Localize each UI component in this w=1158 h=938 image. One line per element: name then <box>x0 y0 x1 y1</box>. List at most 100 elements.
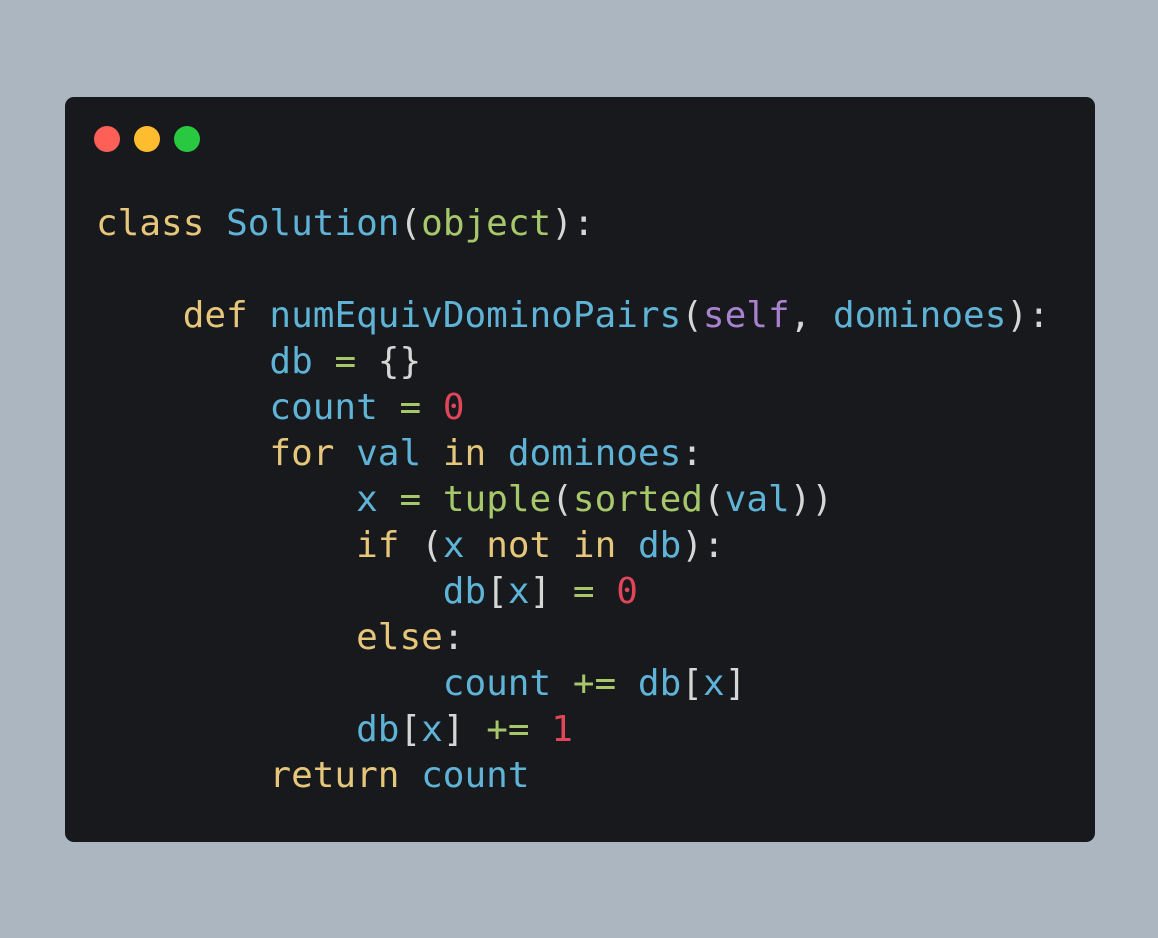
code-token-number: 1 <box>551 709 573 750</box>
code-token-punct: ): <box>551 203 595 244</box>
code-token-punct <box>96 295 183 336</box>
code-token-ident: x <box>421 709 443 750</box>
code-block: class Solution(object): def numEquivDomi… <box>96 201 1050 799</box>
code-token-punct: )) <box>789 479 834 520</box>
code-token-punct <box>96 433 269 474</box>
code-token-punct <box>96 341 269 382</box>
code-token-punct <box>248 295 270 336</box>
code-token-ident: count <box>442 663 552 704</box>
code-token-ident: val <box>724 479 790 520</box>
code-token-punct <box>551 663 573 704</box>
code-token-punct <box>616 525 638 566</box>
code-token-punct <box>595 571 617 612</box>
code-token-punct: ( <box>702 479 725 520</box>
code-token-ident: x <box>702 663 725 704</box>
code-token-self: self <box>702 295 790 336</box>
code-token-operator: = <box>399 387 422 428</box>
code-token-func: object <box>421 203 552 244</box>
code-token-ident: val <box>356 433 422 474</box>
code-token-keyword: class <box>96 203 205 244</box>
code-token-keyword: if <box>356 525 400 566</box>
code-token-keyword: for <box>269 433 335 474</box>
code-token-punct <box>378 479 400 520</box>
code-token-punct <box>421 479 443 520</box>
code-token-punct <box>313 341 335 382</box>
code-token-punct: : <box>442 617 465 658</box>
code-token-keyword: in <box>442 433 487 474</box>
code-token-func: tuple <box>442 479 552 520</box>
code-token-punct: ( <box>681 295 703 336</box>
code-token-ident: db <box>269 341 313 382</box>
code-token-punct <box>204 203 226 244</box>
code-token-punct: : <box>681 433 703 474</box>
code-line: class Solution(object): <box>96 201 1050 247</box>
code-line: else: <box>96 615 1050 661</box>
code-token-punct: ] <box>724 663 747 704</box>
code-token-punct: ] <box>529 571 573 612</box>
code-token-punct <box>421 433 443 474</box>
code-line: db = {} <box>96 339 1050 385</box>
code-token-punct <box>96 617 356 658</box>
code-token-punct <box>530 709 552 750</box>
code-token-ident: x <box>356 479 378 520</box>
code-token-punct <box>399 755 421 796</box>
code-token-keyword: else <box>356 617 443 658</box>
code-line: def numEquivDominoPairs(self, dominoes): <box>96 293 1050 339</box>
code-token-ident: count <box>421 755 530 796</box>
code-token-keyword: def <box>182 295 248 336</box>
code-token-ident: count <box>269 387 378 428</box>
code-line: count += db[x] <box>96 661 1050 707</box>
minimize-dot-icon[interactable] <box>134 126 160 152</box>
code-token-punct <box>334 433 356 474</box>
code-token-punct: ): <box>681 525 725 566</box>
code-token-keyword: in <box>572 525 617 566</box>
code-token-number: 0 <box>442 387 465 428</box>
code-token-operator: += <box>572 663 617 704</box>
code-token-keyword: return <box>269 755 400 796</box>
code-window: class Solution(object): def numEquivDomi… <box>65 97 1095 842</box>
code-token-ident: db <box>637 663 682 704</box>
code-token-punct: ): <box>1006 295 1050 336</box>
code-token-operator: += <box>486 709 530 750</box>
code-line: db[x] = 0 <box>96 569 1050 615</box>
code-token-punct <box>96 571 443 612</box>
code-token-ident: x <box>442 525 465 566</box>
code-token-punct <box>486 433 508 474</box>
code-token-number: 0 <box>616 571 638 612</box>
code-token-ident: db <box>356 709 400 750</box>
code-token-ident: Solution <box>226 203 400 244</box>
code-token-punct <box>96 755 269 796</box>
maximize-dot-icon[interactable] <box>174 126 200 152</box>
code-token-punct: ] <box>442 709 487 750</box>
close-dot-icon[interactable] <box>94 126 120 152</box>
code-token-punct: , <box>789 295 833 336</box>
code-token-punct: [ <box>399 709 422 750</box>
code-token-punct: ( <box>551 479 573 520</box>
code-token-punct <box>96 387 269 428</box>
code-token-punct <box>96 663 443 704</box>
code-token-punct <box>378 387 400 428</box>
code-token-operator: = <box>572 571 595 612</box>
code-token-punct <box>551 525 573 566</box>
code-token-punct: [ <box>486 571 508 612</box>
code-token-keyword: not <box>486 525 552 566</box>
code-line: db[x] += 1 <box>96 707 1050 753</box>
code-token-ident: dominoes <box>832 295 1007 336</box>
code-token-punct <box>96 709 356 750</box>
code-token-punct: ( <box>399 525 443 566</box>
code-token-punct <box>465 525 487 566</box>
code-token-ident: db <box>637 525 682 566</box>
code-token-operator: = <box>334 341 357 382</box>
code-line: for val in dominoes: <box>96 431 1050 477</box>
code-token-operator: = <box>399 479 422 520</box>
code-line: if (x not in db): <box>96 523 1050 569</box>
code-token-punct: {} <box>356 341 422 382</box>
code-token-punct: ( <box>399 203 422 244</box>
code-line: x = tuple(sorted(val)) <box>96 477 1050 523</box>
code-line: count = 0 <box>96 385 1050 431</box>
code-line: return count <box>96 753 1050 799</box>
code-token-func: sorted <box>572 479 703 520</box>
code-token-punct <box>421 387 443 428</box>
code-token-ident: numEquivDominoPairs <box>269 295 682 336</box>
